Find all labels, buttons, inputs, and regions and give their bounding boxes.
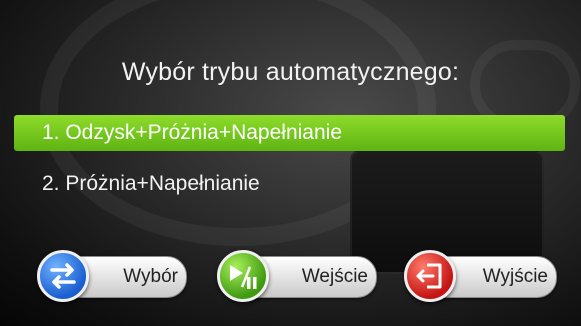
exit-button[interactable]: Wyjście [404,250,557,302]
exit-button-label: Wyjście [482,266,548,287]
enter-button[interactable]: Wejście [217,250,377,302]
menu-item-recovery-vacuum-charge[interactable]: 1. Odzysk+Próżnia+Napełnianie [14,115,565,151]
enter-button-label: Wejście [301,266,368,287]
menu-item-vacuum-charge[interactable]: 2. Próżnia+Napełnianie [14,166,565,202]
select-button-label: Wybór [123,266,178,287]
play-pause-icon [217,250,269,302]
exit-door-icon [404,250,456,302]
select-button[interactable]: Wybór [37,250,187,302]
screen-title: Wybór trybu automatycznego: [121,58,460,86]
auto-mode-screen: Wybór trybu automatycznego: 1. Odzysk+Pr… [0,0,581,326]
swap-arrows-icon [37,250,89,302]
